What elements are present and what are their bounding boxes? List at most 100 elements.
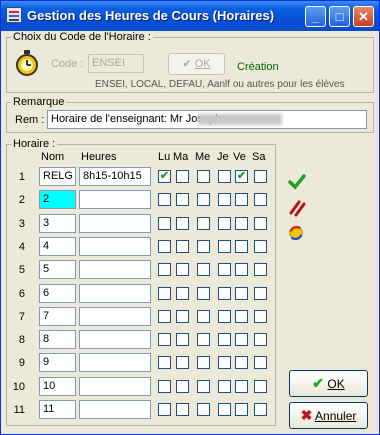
day-checkbox-sa[interactable] [254,263,267,277]
heures-input[interactable] [79,213,151,233]
day-checkbox-me[interactable] [197,333,210,347]
day-checkbox-ve[interactable] [235,379,248,393]
day-checkbox-sa[interactable] [254,379,267,393]
day-checkbox-ve[interactable] [235,309,248,323]
heures-input[interactable] [79,283,151,303]
creation-link[interactable]: Création [237,61,279,73]
day-checkbox-je[interactable] [218,286,231,300]
day-checkbox-me[interactable] [197,379,210,393]
day-checkbox-me[interactable] [197,193,210,207]
day-checkbox-ma[interactable] [176,309,189,323]
day-checkbox-je[interactable] [218,333,231,347]
nom-input[interactable]: 8 [39,330,76,350]
day-checkbox-me[interactable] [197,286,210,300]
nom-input[interactable]: 11 [39,400,76,419]
minimize-button[interactable]: _ [305,6,326,27]
heures-input[interactable]: 8h15-10h15 [79,167,151,186]
day-checkbox-lu[interactable] [158,356,171,370]
nom-input[interactable]: 6 [39,283,76,303]
day-checkbox-ve[interactable] [235,193,248,207]
remarque-input[interactable]: Horaire de l'enseignant: Mr Joseph. [47,110,367,129]
nom-input[interactable]: 5 [39,260,76,280]
day-checkbox-sa[interactable] [254,239,267,253]
day-checkbox-ma[interactable] [176,356,189,370]
ok-button[interactable]: ✔ OK [289,370,368,397]
day-checkbox-me[interactable] [197,403,210,416]
refresh-icon[interactable] [287,224,305,242]
cancel-button[interactable]: ✖ Annuler [289,402,368,429]
day-checkbox-je[interactable] [218,356,231,370]
day-checkbox-je[interactable] [218,263,231,277]
day-checkbox-sa[interactable] [254,333,267,347]
heures-input[interactable] [79,190,151,210]
validate-check-icon[interactable] [288,173,306,191]
day-checkbox-sa[interactable] [254,170,267,183]
day-checkbox-me[interactable] [197,239,210,253]
day-checkbox-ma[interactable] [176,239,189,253]
day-checkbox-me[interactable] [197,309,210,323]
code-input[interactable]: ENSEI [88,54,144,73]
code-ok-button[interactable]: ✔ OK [168,53,225,75]
nom-input[interactable]: 10 [39,376,76,396]
nom-input[interactable]: 4 [39,236,76,256]
nom-input[interactable]: 3 [39,213,76,233]
close-button[interactable]: ✕ [353,6,374,27]
day-checkbox-je[interactable] [218,239,231,253]
day-checkbox-sa[interactable] [254,403,267,416]
day-checkbox-ve[interactable]: ✔ [235,170,248,183]
day-checkbox-ma[interactable] [176,216,189,230]
day-checkbox-me[interactable] [197,170,210,183]
day-checkbox-ve[interactable] [235,356,248,370]
delete-slash-icon[interactable] [288,199,306,217]
day-checkbox-ve[interactable] [235,286,248,300]
day-checkbox-ma[interactable] [176,170,189,183]
day-checkbox-ma[interactable] [176,333,189,347]
day-checkbox-ma[interactable] [176,193,189,207]
day-checkbox-ve[interactable] [235,263,248,277]
day-checkbox-lu[interactable] [158,309,171,323]
heures-input[interactable] [79,353,151,373]
day-checkbox-je[interactable] [218,403,231,416]
day-checkbox-ma[interactable] [176,379,189,393]
day-checkbox-ve[interactable] [235,239,248,253]
heures-input[interactable] [79,400,151,419]
day-checkbox-ma[interactable] [176,263,189,277]
day-checkbox-sa[interactable] [254,356,267,370]
day-checkbox-ve[interactable] [235,216,248,230]
day-checkbox-je[interactable] [218,170,231,183]
day-checkbox-lu[interactable] [158,193,171,207]
day-checkbox-ma[interactable] [176,286,189,300]
day-checkbox-lu[interactable] [158,379,171,393]
day-checkbox-me[interactable] [197,216,210,230]
day-checkbox-lu[interactable] [158,403,171,416]
day-checkbox-sa[interactable] [254,193,267,207]
day-checkbox-lu[interactable] [158,216,171,230]
day-checkbox-sa[interactable] [254,309,267,323]
day-checkbox-je[interactable] [218,216,231,230]
nom-input[interactable]: RELG [39,167,76,186]
day-checkbox-je[interactable] [218,309,231,323]
day-checkbox-je[interactable] [218,193,231,207]
heures-input[interactable] [79,306,151,326]
nom-input[interactable]: 2 [39,190,76,210]
nom-input[interactable]: 9 [39,353,76,373]
day-checkbox-sa[interactable] [254,216,267,230]
day-checkbox-lu[interactable] [158,263,171,277]
day-checkbox-me[interactable] [197,356,210,370]
heures-input[interactable] [79,260,151,280]
maximize-button[interactable]: □ [329,6,350,27]
day-checkbox-lu[interactable]: ✔ [158,170,171,183]
day-checkbox-ma[interactable] [176,403,189,416]
day-checkbox-sa[interactable] [254,286,267,300]
title-bar[interactable]: Gestion des Heures de Cours (Horaires) _… [1,1,379,31]
day-checkbox-lu[interactable] [158,333,171,347]
day-checkbox-lu[interactable] [158,239,171,253]
heures-input[interactable] [79,236,151,256]
day-checkbox-je[interactable] [218,379,231,393]
day-checkbox-lu[interactable] [158,286,171,300]
day-checkbox-ve[interactable] [235,403,248,416]
day-checkbox-ve[interactable] [235,333,248,347]
day-checkbox-me[interactable] [197,263,210,277]
heures-input[interactable] [79,330,151,350]
heures-input[interactable] [79,376,151,396]
